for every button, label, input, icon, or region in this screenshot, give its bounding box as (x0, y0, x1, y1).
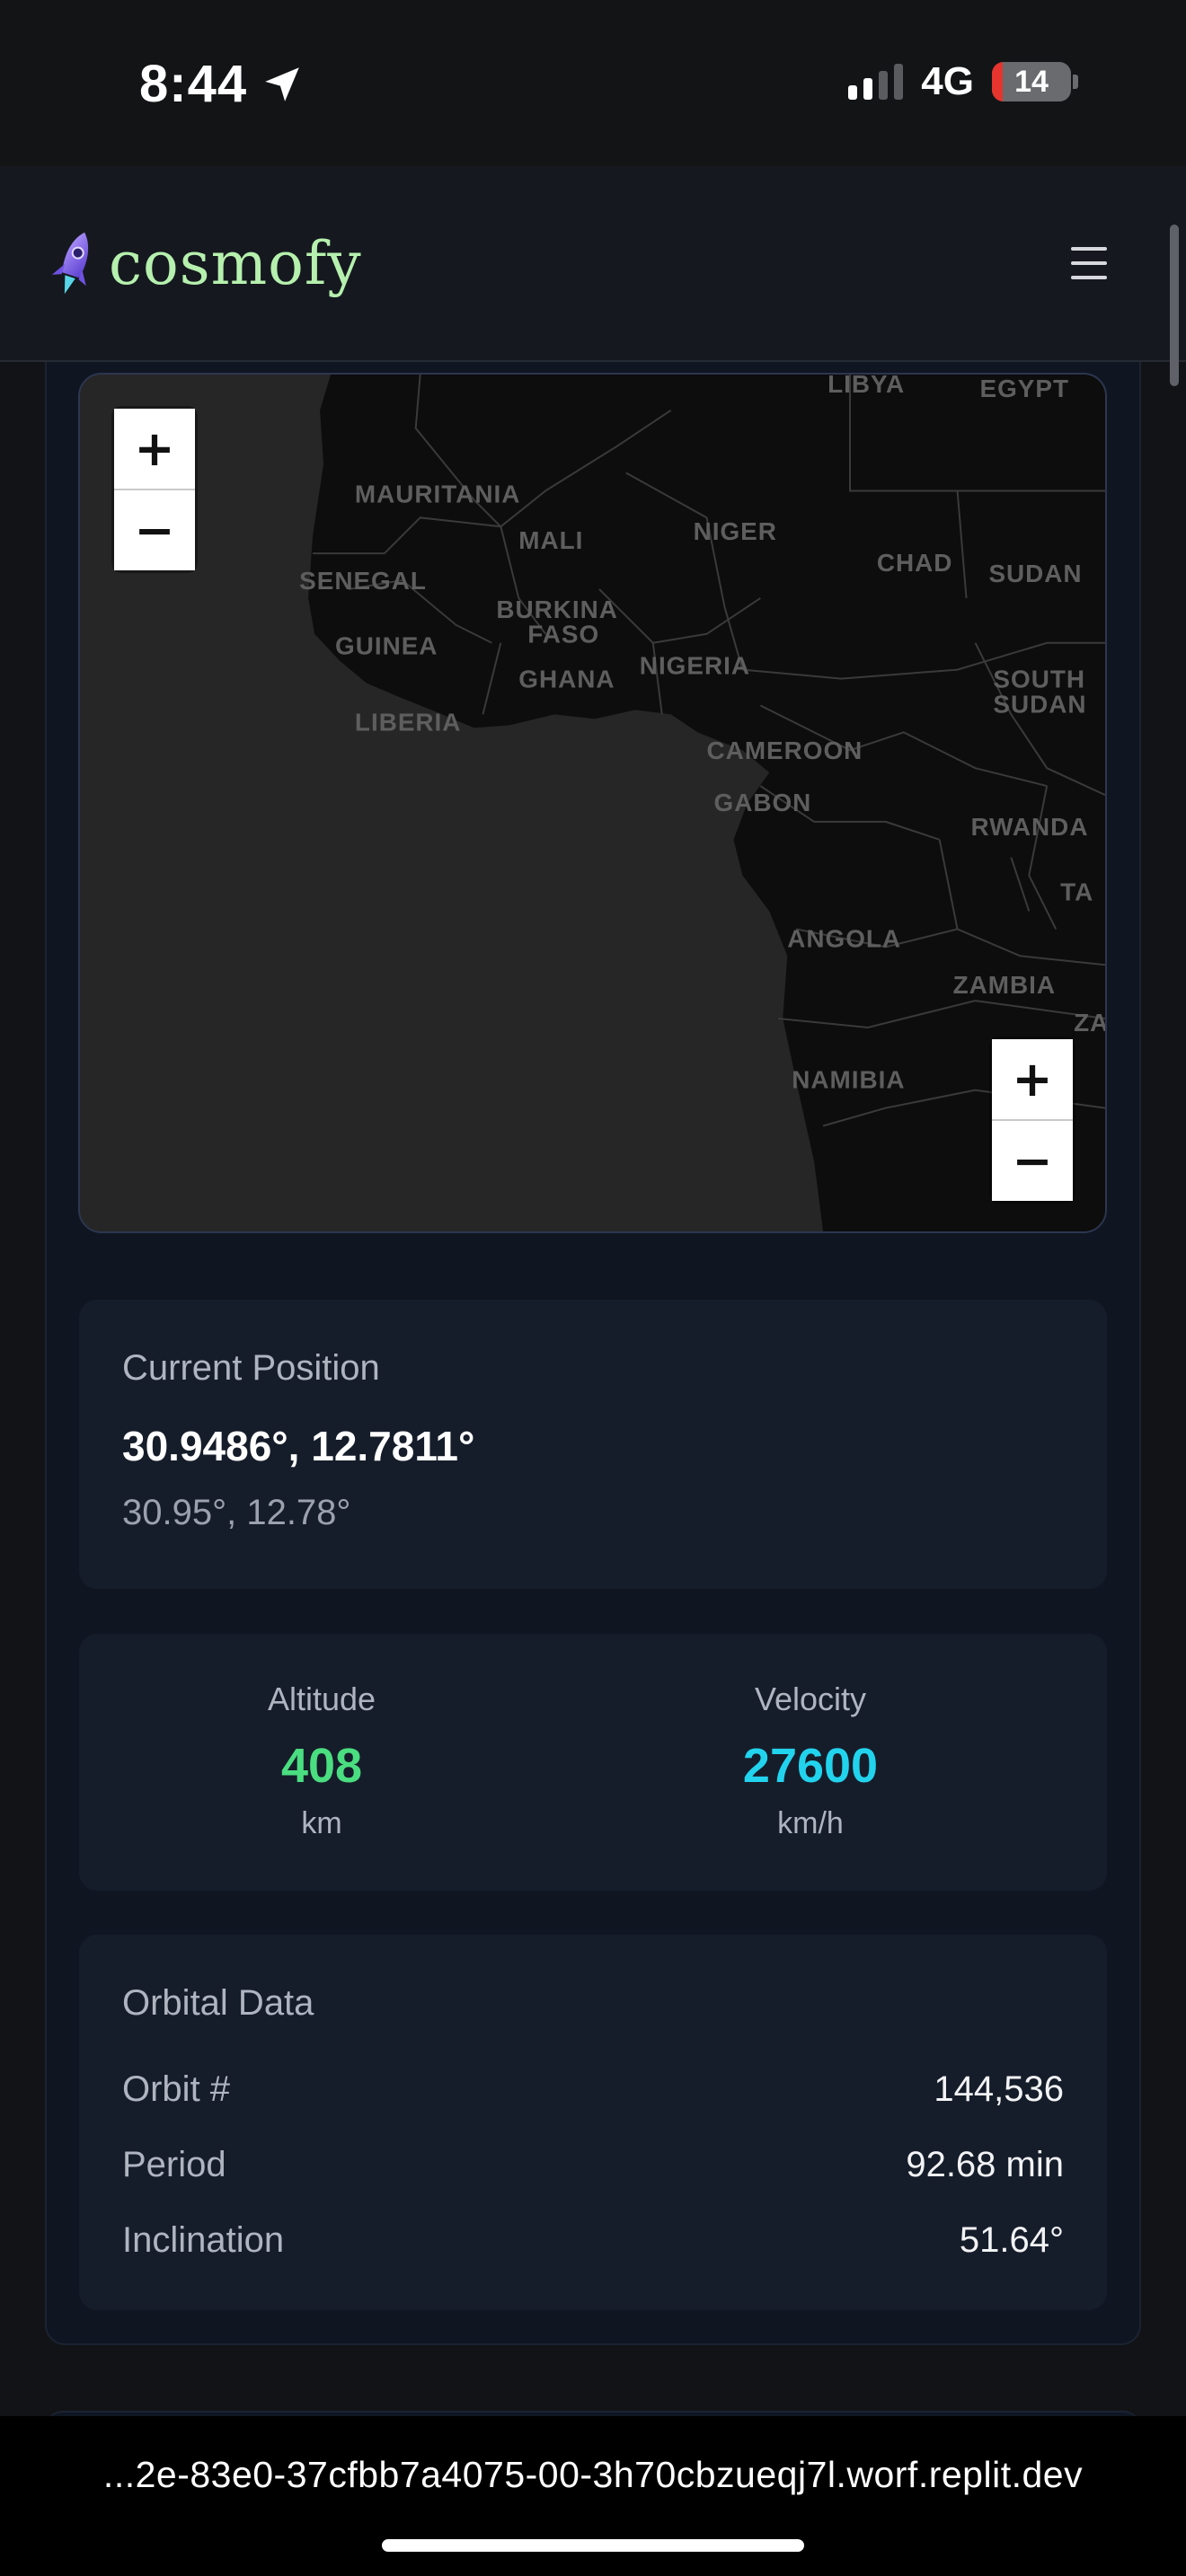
period-row: Period 92.68 min (122, 2145, 1064, 2185)
map-label-burkina: BURKINA (496, 595, 618, 623)
coordinates-rounded: 30.95°, 12.78° (122, 1493, 351, 1532)
browser-address-bar[interactable]: ...2e-83e0-37cfbb7a4075-00-3h70cbzueqj7l… (0, 2416, 1186, 2576)
africa-map-tiles: LIBYA EGYPT MAURITANIA MALI NIGER CHAD SUDAN SE… (80, 375, 1105, 1231)
map-label-ta: TA (1060, 878, 1093, 906)
map-label-nigeria: NIGERIA (640, 652, 750, 680)
velocity-unit: km/h (777, 1806, 844, 1840)
hamburger-menu-icon[interactable] (1071, 247, 1107, 279)
velocity-label: Velocity (754, 1681, 867, 1717)
map-label-libya: LIBYA (828, 375, 905, 398)
map-label-rwanda: RWANDA (971, 813, 1089, 841)
zoom-in-button-secondary[interactable]: + (992, 1039, 1073, 1121)
altitude-unit: km (301, 1806, 342, 1840)
map-label-sudan: SUDAN (993, 690, 1086, 718)
app-name: cosmofy (109, 228, 362, 298)
app-header: cosmofy (0, 166, 1186, 362)
app-logo[interactable]: cosmofy (49, 227, 362, 299)
inclination-label: Inclination (122, 2220, 285, 2260)
orbit-number-row: Orbit # 144,536 (122, 2069, 1064, 2110)
clock: 8:44 (139, 55, 248, 113)
altitude-velocity-card: Altitude 408 km Velocity 27600 km/h (79, 1634, 1107, 1891)
status-bar: 8:44 4G 14 (0, 0, 1186, 166)
coordinates-precise: 30.9486°, 12.7811° (122, 1423, 475, 1469)
current-position-title: Current Position (122, 1348, 380, 1388)
map-label-faso: FASO (527, 621, 599, 648)
map-label-namibia: NAMIBIA (792, 1066, 905, 1094)
map-label-egypt: EGYPT (979, 375, 1069, 402)
home-indicator[interactable] (382, 2539, 804, 2552)
zoom-out-button-secondary[interactable]: − (992, 1121, 1073, 1201)
battery-icon: 14 (992, 62, 1071, 101)
current-position-card: Current Position 30.9486°, 12.7811° 30.9… (79, 1300, 1107, 1589)
map-label-za: ZA (1074, 1009, 1105, 1037)
map-label-angola: ANGOLA (787, 924, 901, 952)
orbital-data-card: Orbital Data Orbit # 144,536 Period 92.6… (79, 1935, 1107, 2310)
map-zoom-control-secondary: + − (992, 1039, 1073, 1201)
orbit-number-label: Orbit # (122, 2069, 231, 2109)
altitude-label: Altitude (267, 1681, 376, 1717)
inclination-value: 51.64° (959, 2220, 1064, 2260)
zoom-in-button[interactable]: + (114, 409, 195, 490)
period-label: Period (122, 2145, 226, 2184)
orbital-data-title: Orbital Data (122, 1983, 314, 2023)
velocity-value: 27600 (742, 1739, 879, 1793)
altitude-value: 408 (280, 1739, 363, 1793)
status-time: 8:44 (139, 54, 305, 114)
velocity-stat: Velocity 27600 km/h (568, 1681, 1053, 1841)
map-label-niger: NIGER (694, 517, 777, 545)
cellular-signal-icon (848, 64, 904, 100)
battery-percent: 14 (1014, 64, 1049, 99)
location-arrow-icon (265, 66, 299, 101)
map-label-liberia: LIBERIA (355, 708, 462, 736)
map-zoom-control-primary: + − (114, 409, 195, 570)
zoom-out-button[interactable]: − (114, 490, 195, 570)
status-indicators: 4G 14 (848, 59, 1078, 104)
map-label-zambia: ZAMBIA (953, 971, 1056, 999)
orbit-number-value: 144,536 (934, 2069, 1064, 2109)
map-label-cameroon: CAMEROON (707, 737, 863, 764)
altitude-stat: Altitude 408 km (79, 1681, 564, 1841)
map-label-sudan: SUDAN (988, 560, 1082, 587)
map-label-south: SOUTH (993, 666, 1085, 693)
map-label-mali: MALI (518, 526, 583, 554)
map-label-ghana: GHANA (518, 666, 615, 693)
map-label-guinea: GUINEA (335, 632, 438, 660)
period-value: 92.68 min (906, 2145, 1064, 2184)
page-scrollbar[interactable] (1170, 225, 1179, 386)
network-type: 4G (921, 59, 974, 103)
rocket-icon (51, 232, 89, 295)
map-label-mauritania: MAURITANIA (355, 480, 520, 507)
map-label-senegal: SENEGAL (299, 567, 427, 595)
url-text[interactable]: ...2e-83e0-37cfbb7a4075-00-3h70cbzueqj7l… (0, 2454, 1186, 2496)
map-label-chad: CHAD (877, 549, 953, 577)
satellite-map[interactable]: LIBYA EGYPT MAURITANIA MALI NIGER CHAD SUDAN SE… (78, 373, 1107, 1233)
map-label-gabon: GABON (714, 789, 812, 816)
inclination-row: Inclination 51.64° (122, 2220, 1064, 2261)
